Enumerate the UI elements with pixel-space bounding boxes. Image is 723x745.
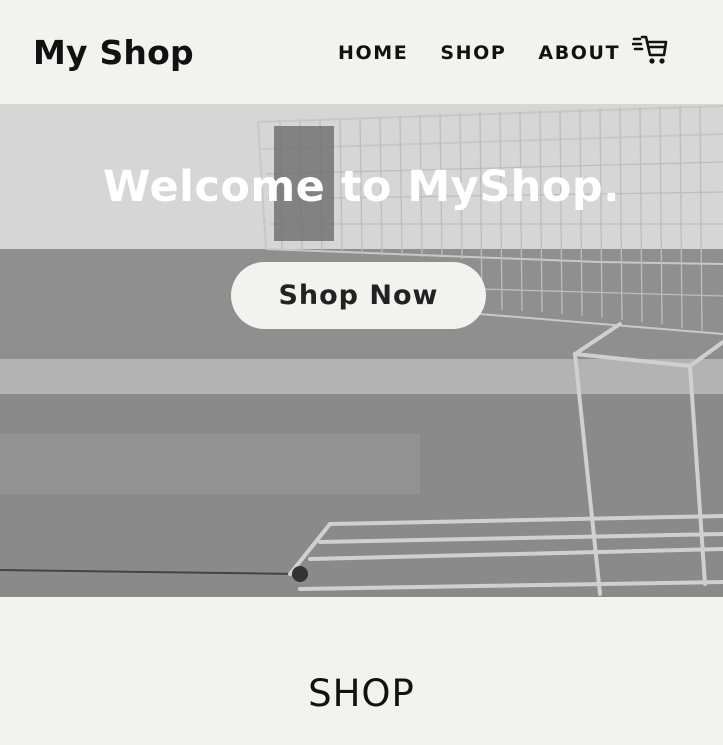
shopping-cart-icon[interactable] [632,33,668,67]
nav-shop-link[interactable]: SHOP [440,42,506,64]
site-header: My Shop HOME SHOP ABOUT [0,0,723,104]
hero-title: Welcome to MyShop. [103,162,620,212]
shop-now-button[interactable]: Shop Now [231,262,486,329]
shop-section-title: SHOP [308,672,415,715]
hero-banner: Welcome to MyShop. Shop Now [0,104,723,597]
nav-about-link[interactable]: ABOUT [538,42,620,64]
site-logo[interactable]: My Shop [33,33,194,72]
nav-home-link[interactable]: HOME [338,42,408,64]
main-nav: HOME SHOP ABOUT [338,42,620,64]
